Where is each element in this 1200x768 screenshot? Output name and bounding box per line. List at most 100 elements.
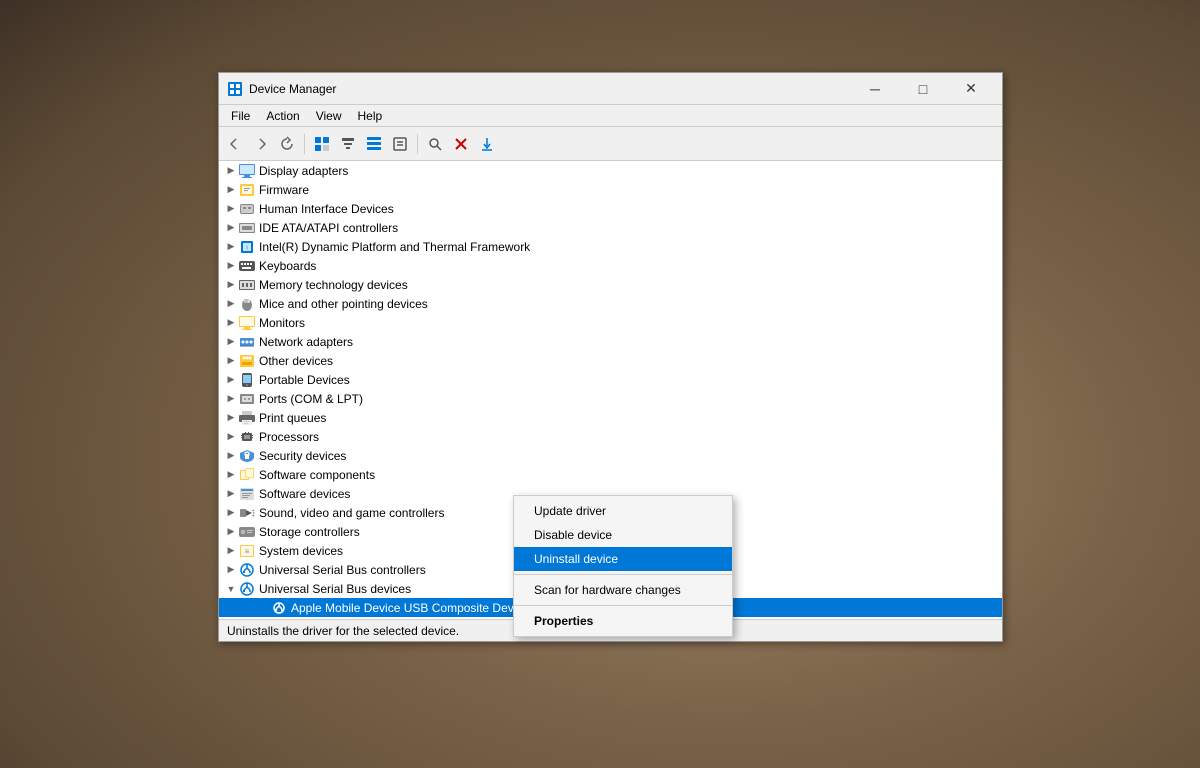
expand-arrow-usb-devices: ▼ <box>223 581 239 597</box>
expand-arrow-print-queues: ▶ <box>223 410 239 426</box>
label-memory-tech: Memory technology devices <box>259 278 408 292</box>
expand-arrow-display-adapters: ▶ <box>223 163 239 179</box>
download-button[interactable] <box>475 132 499 156</box>
ctx-disable-device[interactable]: Disable device <box>514 523 732 547</box>
label-apple-composite: Apple Mobile Device USB Composite Device <box>291 601 529 615</box>
forward-button[interactable] <box>249 132 273 156</box>
tree-item-processors[interactable]: ▶ Processors <box>219 427 1002 446</box>
icon-mice <box>239 296 255 312</box>
icon-sound-video <box>239 505 255 521</box>
toolbar <box>219 127 1002 161</box>
label-processors: Processors <box>259 430 319 444</box>
icon-memory-tech <box>239 277 255 293</box>
about-view-button[interactable] <box>388 132 412 156</box>
expand-arrow-network-adapters: ▶ <box>223 334 239 350</box>
expand-arrow-ide-atapi: ▶ <box>223 220 239 236</box>
window-icon <box>227 81 243 97</box>
label-network-adapters: Network adapters <box>259 335 353 349</box>
icon-monitors <box>239 315 255 331</box>
icon-portable-devices <box>239 372 255 388</box>
minimize-button[interactable]: ─ <box>852 73 898 105</box>
back-button[interactable] <box>223 132 247 156</box>
icon-security-devices <box>239 448 255 464</box>
tree-item-firmware[interactable]: ▶ Firmware <box>219 180 1002 199</box>
expand-arrow-portable-devices: ▶ <box>223 372 239 388</box>
icon-software-components <box>239 467 255 483</box>
icon-software-devices <box>239 486 255 502</box>
tree-item-portable-devices[interactable]: ▶ Portable Devices <box>219 370 1002 389</box>
label-portable-devices: Portable Devices <box>259 373 350 387</box>
tree-item-security-devices[interactable]: ▶ Security devices <box>219 446 1002 465</box>
label-system-devices: System devices <box>259 544 343 558</box>
menu-help[interactable]: Help <box>350 107 391 125</box>
expand-arrow-security-devices: ▶ <box>223 448 239 464</box>
refresh-button[interactable] <box>275 132 299 156</box>
tree-item-print-queues[interactable]: ▶ Print queues <box>219 408 1002 427</box>
tree-item-monitors[interactable]: ▶ Monitors <box>219 313 1002 332</box>
tree-item-mice[interactable]: ▶ Mice and other pointing devices <box>219 294 1002 313</box>
toolbar-separator-1 <box>304 134 305 154</box>
tree-item-memory-tech[interactable]: ▶ Memory technology devices <box>219 275 1002 294</box>
close-button[interactable]: ✕ <box>948 73 994 105</box>
ctx-update-driver[interactable]: Update driver <box>514 499 732 523</box>
icon-other-devices <box>239 353 255 369</box>
label-ports: Ports (COM & LPT) <box>259 392 363 406</box>
toolbar-separator-2 <box>417 134 418 154</box>
expand-arrow-software-devices: ▶ <box>223 486 239 502</box>
tree-item-human-interface[interactable]: ▶ Human Interface Devices <box>219 199 1002 218</box>
expand-arrow-keyboards: ▶ <box>223 258 239 274</box>
label-print-queues: Print queues <box>259 411 326 425</box>
computer-view-button[interactable] <box>310 132 334 156</box>
title-bar: Device Manager ─ □ ✕ <box>219 73 1002 105</box>
maximize-button[interactable]: □ <box>900 73 946 105</box>
tree-item-intel-dynamic[interactable]: ▶ i Intel(R) Dynamic Platform and Therma… <box>219 237 1002 256</box>
label-firmware: Firmware <box>259 183 309 197</box>
label-usb-devices: Universal Serial Bus devices <box>259 582 411 596</box>
label-monitors: Monitors <box>259 316 305 330</box>
icon-usb-devices <box>239 581 255 597</box>
window-title: Device Manager <box>249 82 852 96</box>
svg-text:≡: ≡ <box>245 547 250 556</box>
svg-text:i: i <box>246 245 247 251</box>
resources-view-button[interactable] <box>362 132 386 156</box>
tree-item-keyboards[interactable]: ▶ Keyboards <box>219 256 1002 275</box>
expand-arrow-sound-video: ▶ <box>223 505 239 521</box>
window-controls: ─ □ ✕ <box>852 73 994 105</box>
icon-ports <box>239 391 255 407</box>
icon-storage-controllers <box>239 524 255 540</box>
tree-item-display-adapters[interactable]: ▶ Display adapters <box>219 161 1002 180</box>
menu-file[interactable]: File <box>223 107 258 125</box>
tree-item-ports[interactable]: ▶ Ports (COM & LPT) <box>219 389 1002 408</box>
menu-action[interactable]: Action <box>258 107 307 125</box>
tree-item-software-components[interactable]: ▶ Software components <box>219 465 1002 484</box>
expand-arrow-usb-controllers: ▶ <box>223 562 239 578</box>
ctx-properties[interactable]: Properties <box>514 609 732 633</box>
ctx-scan-changes[interactable]: Scan for hardware changes <box>514 578 732 602</box>
scan-button[interactable] <box>423 132 447 156</box>
expand-arrow-mice: ▶ <box>223 296 239 312</box>
connection-view-button[interactable] <box>336 132 360 156</box>
ctx-uninstall-device[interactable]: Uninstall device <box>514 547 732 571</box>
ctx-separator-1 <box>514 574 732 575</box>
tree-item-other-devices[interactable]: ▶ Other devices <box>219 351 1002 370</box>
expand-arrow-processors: ▶ <box>223 429 239 445</box>
label-storage-controllers: Storage controllers <box>259 525 360 539</box>
label-human-interface: Human Interface Devices <box>259 202 394 216</box>
expand-arrow-software-components: ▶ <box>223 467 239 483</box>
icon-human-interface <box>239 201 255 217</box>
label-software-components: Software components <box>259 468 375 482</box>
menu-bar: File Action View Help <box>219 105 1002 127</box>
label-keyboards: Keyboards <box>259 259 316 273</box>
uninstall-button[interactable] <box>449 132 473 156</box>
menu-view[interactable]: View <box>308 107 350 125</box>
label-mice: Mice and other pointing devices <box>259 297 428 311</box>
label-usb-controllers: Universal Serial Bus controllers <box>259 563 426 577</box>
expand-arrow-monitors: ▶ <box>223 315 239 331</box>
expand-arrow-ports: ▶ <box>223 391 239 407</box>
expand-arrow-storage-controllers: ▶ <box>223 524 239 540</box>
icon-apple-device <box>271 619 287 620</box>
tree-item-ide-atapi[interactable]: ▶ IDE ATA/ATAPI controllers <box>219 218 1002 237</box>
tree-item-network-adapters[interactable]: ▶ Network adapters <box>219 332 1002 351</box>
ctx-separator-2 <box>514 605 732 606</box>
icon-processors <box>239 429 255 445</box>
